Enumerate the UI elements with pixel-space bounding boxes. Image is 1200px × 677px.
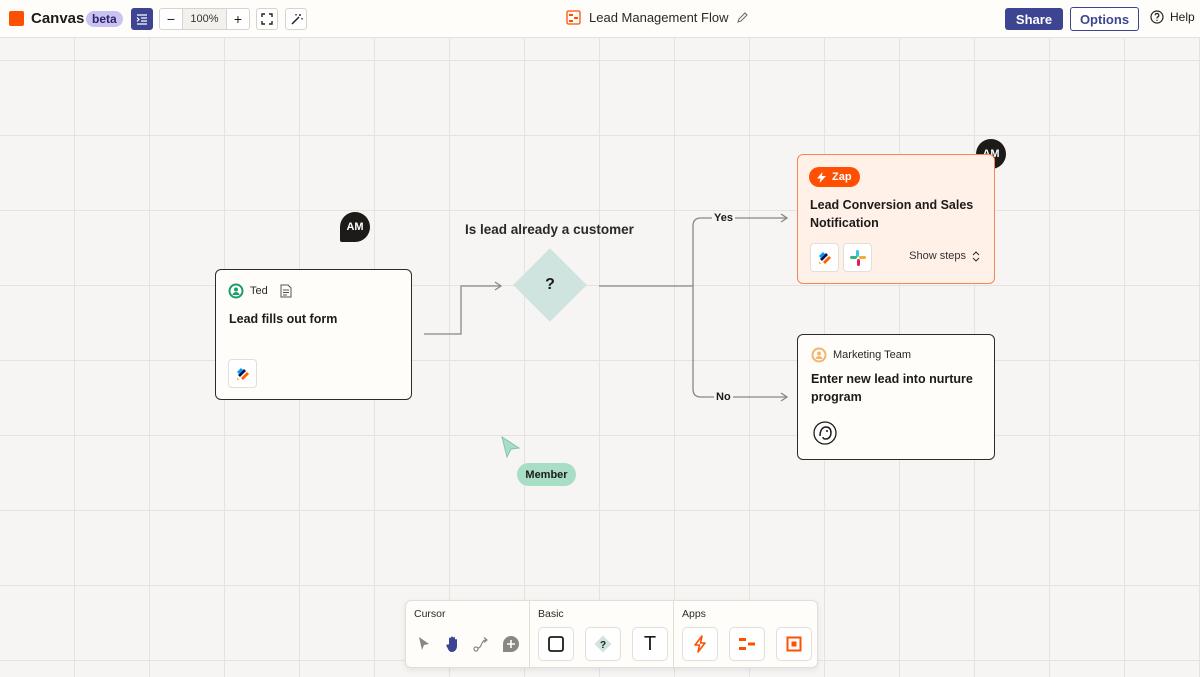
tables-icon [786, 636, 802, 652]
help-label: Help [1170, 10, 1195, 24]
fit-to-screen-button[interactable] [256, 8, 278, 30]
bottom-toolbar: Cursor Basic ? T Apps [405, 600, 818, 668]
owner-name: Ted [250, 285, 268, 297]
toolbar-section-apps: Apps [673, 601, 818, 667]
zoom-level[interactable]: 100% [182, 9, 227, 29]
member-cursor-icon [501, 435, 521, 459]
yes-branch-label: Yes [712, 212, 735, 224]
zap-title-line1: Lead Conversion and Sales [810, 198, 974, 212]
add-comment-icon [503, 636, 519, 652]
flow-canvas[interactable]: AM Ted Lead fills out form Is lead alrea… [0, 38, 1200, 677]
edit-pencil-icon[interactable] [736, 11, 749, 24]
zap-badge: Zap [809, 167, 860, 187]
chevron-up-down-icon [972, 250, 980, 262]
collaborator-avatar[interactable]: AM [340, 212, 370, 242]
show-steps-label: Show steps [909, 250, 966, 262]
card-owner: Ted [228, 283, 292, 299]
slack-logo-icon [849, 249, 866, 266]
decision-symbol: ? [545, 276, 555, 293]
decision-diamond-icon: ? [594, 635, 612, 653]
toolbar-section-basic: Basic ? T [529, 601, 674, 667]
svg-text:?: ? [600, 640, 606, 651]
jotform-logo-icon [818, 251, 831, 264]
comment-tool[interactable] [493, 627, 529, 661]
owner-name: Marketing Team [833, 349, 912, 361]
user-avatar-icon [228, 283, 244, 299]
section-label: Cursor [414, 608, 446, 620]
text-tool[interactable]: T [632, 627, 668, 661]
square-icon [548, 636, 564, 652]
help-circle-icon [1150, 10, 1164, 24]
zoom-in-button[interactable]: + [227, 9, 249, 29]
hand-icon [446, 636, 457, 652]
magic-wand-icon [290, 13, 303, 25]
zoom-out-button[interactable]: − [160, 9, 182, 29]
beta-badge: beta [86, 11, 123, 27]
section-label: Basic [538, 608, 564, 620]
card-title: Lead fills out form [229, 312, 338, 326]
canvas-logo-icon [9, 11, 24, 26]
show-steps-toggle[interactable]: Show steps [909, 250, 980, 262]
trigger-card[interactable]: Ted Lead fills out form [215, 269, 412, 400]
zoom-control: − 100% + [159, 8, 250, 30]
app-title: Canvas [31, 10, 85, 27]
jotform-icon[interactable] [810, 243, 839, 272]
section-label: Apps [682, 608, 706, 620]
help-link[interactable]: Help [1150, 10, 1195, 24]
sidebar-toggle-button[interactable] [131, 8, 153, 30]
connector-trigger-to-decision [424, 285, 500, 335]
nurture-title-line2: program [811, 390, 862, 404]
toolbar-section-cursor: Cursor [406, 601, 530, 667]
interfaces-icon [739, 638, 755, 650]
share-button[interactable]: Share [1005, 8, 1063, 30]
form-document-icon [280, 284, 292, 298]
nurture-title-line1: Enter new lead into nurture [811, 372, 973, 386]
decision-label: Is lead already a customer [465, 222, 634, 237]
mailchimp-logo-icon [812, 420, 837, 445]
pointer-icon [419, 637, 429, 650]
zap-badge-label: Zap [832, 171, 852, 183]
list-indent-icon [136, 14, 147, 25]
connector-yes-branch [692, 217, 786, 286]
team-avatar-icon [811, 347, 827, 363]
flow-title[interactable]: Lead Management Flow [589, 10, 728, 25]
jotform-icon[interactable] [228, 359, 257, 388]
connector-lines [424, 213, 789, 402]
connector-path-icon [473, 637, 488, 652]
zap-card[interactable]: Zap Lead Conversion and Sales Notificati… [797, 154, 995, 284]
jotform-logo-icon [236, 367, 249, 380]
canvas-flow-icon [566, 10, 581, 25]
card-owner: Marketing Team [811, 347, 911, 363]
top-bar: Canvas beta − 100% + Lead Management Flo… [0, 0, 1200, 38]
zap-title-line2: Notification [810, 216, 879, 230]
tables-tool[interactable] [776, 627, 812, 661]
rectangle-tool[interactable] [538, 627, 574, 661]
interfaces-tool[interactable] [729, 627, 765, 661]
connector-no-branch [692, 286, 786, 398]
mailchimp-icon[interactable] [810, 418, 839, 447]
member-cursor-label: Member [517, 463, 576, 486]
nurture-card[interactable]: Marketing Team Enter new lead into nurtu… [797, 334, 995, 460]
zap-lightning-icon [694, 635, 706, 653]
flow-title-area: Lead Management Flow [566, 10, 749, 25]
lightning-bolt-icon [817, 171, 826, 183]
no-branch-label: No [714, 391, 733, 403]
options-button[interactable]: Options [1070, 7, 1139, 31]
magic-wand-button[interactable] [285, 8, 307, 30]
fullscreen-icon [261, 13, 273, 25]
decision-tool[interactable]: ? [585, 627, 621, 661]
zap-tool[interactable] [682, 627, 718, 661]
slack-icon[interactable] [843, 243, 872, 272]
